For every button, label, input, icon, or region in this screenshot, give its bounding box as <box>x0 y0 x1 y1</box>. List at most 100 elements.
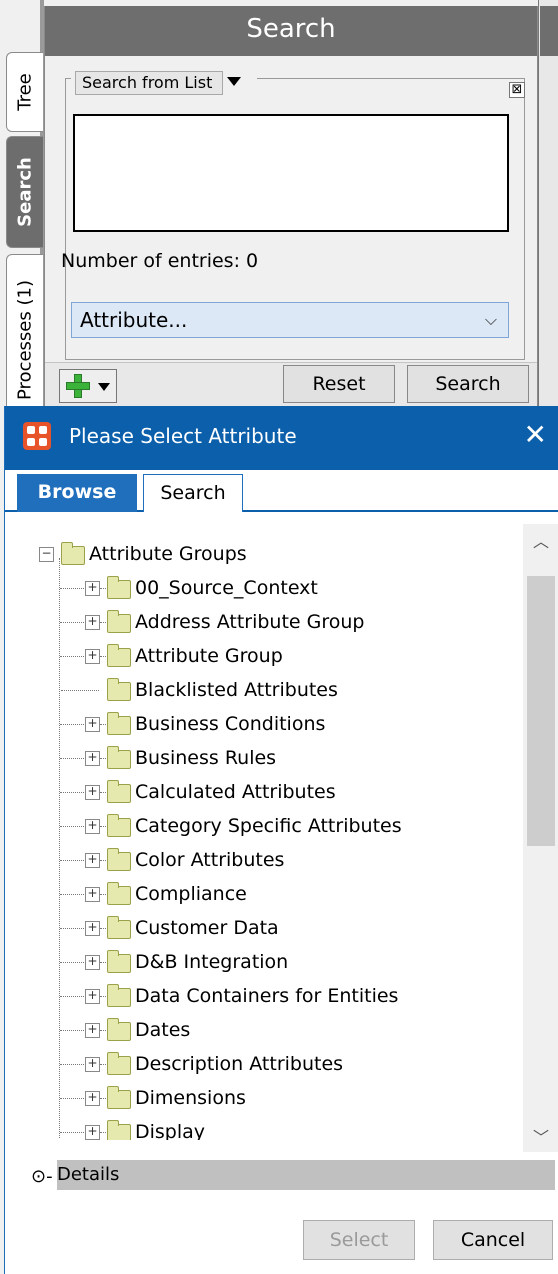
tree-item[interactable]: + Business Conditions <box>9 708 509 740</box>
search-list-input[interactable] <box>73 114 509 232</box>
chevron-down-icon[interactable] <box>98 383 110 391</box>
expand-details-icon[interactable]: ⊙- <box>31 1166 53 1187</box>
tree-connector <box>100 622 106 623</box>
collapse-icon[interactable]: − <box>39 547 54 562</box>
expand-icon[interactable]: + <box>85 649 100 664</box>
tree-connector <box>60 758 84 759</box>
tree-item[interactable]: + Business Rules <box>9 742 509 774</box>
cancel-button[interactable]: Cancel <box>433 1220 553 1260</box>
expand-icon[interactable]: + <box>85 921 100 936</box>
tree-item[interactable]: + D&B Integration <box>9 946 509 978</box>
tree-connector <box>60 860 84 861</box>
expand-icon[interactable]: + <box>85 785 100 800</box>
expand-icon[interactable]: + <box>85 717 100 732</box>
reset-button[interactable]: Reset <box>283 365 395 403</box>
expand-icon[interactable]: + <box>85 1125 100 1140</box>
expand-icon[interactable]: + <box>85 581 100 596</box>
tree-item-label: Business Rules <box>135 747 277 769</box>
expand-icon[interactable]: + <box>85 853 100 868</box>
tree-connector <box>60 1098 84 1099</box>
tree-connector <box>100 656 106 657</box>
chevron-down-icon[interactable]: ⌵ <box>480 309 502 331</box>
tab-tree-label: Tree <box>14 73 36 111</box>
folder-icon <box>107 678 131 701</box>
tree-connector <box>61 690 99 691</box>
folder-icon <box>107 1018 131 1041</box>
scroll-up-icon[interactable]: ︿ <box>523 528 558 552</box>
tree-connector <box>60 622 84 623</box>
tree-item-label: Calculated Attributes <box>135 781 336 803</box>
search-mode-selector[interactable]: Search from List <box>71 70 257 96</box>
tree-item[interactable]: + Category Specific Attributes <box>9 810 509 842</box>
tree-item-label: Dimensions <box>135 1087 246 1109</box>
tree-item[interactable]: + Color Attributes <box>9 844 509 876</box>
tree-item[interactable]: + Dimensions <box>9 1082 509 1114</box>
tab-browse[interactable]: Browse <box>17 474 137 512</box>
tree-item[interactable]: + Data Containers for Entities <box>9 980 509 1012</box>
expand-icon[interactable]: + <box>85 1023 100 1038</box>
tree-connector <box>100 1132 106 1133</box>
expand-icon[interactable]: + <box>85 615 100 630</box>
tree-item[interactable]: + Address Attribute Group <box>9 606 509 638</box>
expand-icon[interactable]: + <box>85 819 100 834</box>
scroll-down-icon[interactable]: ﹀ <box>523 1124 558 1148</box>
details-section[interactable]: Details <box>57 1160 555 1190</box>
select-attribute-dialog: Please Select Attribute ✕ Browse Search … <box>4 406 558 1274</box>
tree-connector <box>60 894 84 895</box>
tree-item-label: Category Specific Attributes <box>135 815 402 837</box>
tree-item-label: Dates <box>135 1019 191 1041</box>
tree-connector <box>100 1030 106 1031</box>
folder-icon <box>107 984 131 1007</box>
tab-tree[interactable]: Tree <box>6 52 43 132</box>
tree-connector <box>60 826 84 827</box>
tree-connector <box>100 1098 106 1099</box>
tree-item[interactable]: Blacklisted Attributes <box>9 674 509 706</box>
folder-icon <box>107 950 131 973</box>
expand-icon[interactable]: + <box>85 1091 100 1106</box>
tree-item-label: Business Conditions <box>135 713 326 735</box>
tree-item[interactable]: + Attribute Group <box>9 640 509 672</box>
tree-root[interactable]: − Attribute Groups <box>9 538 509 570</box>
close-icon[interactable]: ⊠ <box>509 82 525 98</box>
attribute-tree: − Attribute Groups +00_Source_Context + Ad… <box>9 524 525 1140</box>
tree-connector <box>60 588 84 589</box>
folder-icon <box>107 848 131 871</box>
expand-icon[interactable]: + <box>85 887 100 902</box>
tree-scrollbar[interactable]: ︿ ﹀ <box>523 524 558 1152</box>
attribute-dropdown[interactable]: Attribute... ⌵ <box>71 302 509 338</box>
tree-item[interactable]: +00_Source_Context <box>9 572 509 604</box>
expand-icon[interactable]: + <box>85 751 100 766</box>
scrollbar-thumb[interactable] <box>527 576 555 846</box>
dialog-title-bar: Please Select Attribute ✕ <box>5 406 558 470</box>
search-button[interactable]: Search <box>407 365 529 403</box>
tree-item[interactable]: + Description Attributes <box>9 1048 509 1080</box>
expand-icon[interactable]: + <box>85 955 100 970</box>
folder-icon <box>61 542 85 565</box>
add-criteria-button[interactable] <box>59 369 117 403</box>
tab-search[interactable]: Search <box>6 136 43 248</box>
tree-connector <box>60 1132 84 1133</box>
tree-item[interactable]: + Compliance <box>9 878 509 910</box>
chevron-down-icon[interactable] <box>227 77 241 86</box>
folder-icon <box>107 882 131 905</box>
close-icon[interactable]: ✕ <box>524 418 547 451</box>
tree-item-label: Attribute Group <box>135 645 283 667</box>
search-panel-header: Search <box>45 6 537 56</box>
tab-search[interactable]: Search <box>143 474 243 512</box>
tab-processes[interactable]: Processes (1) <box>6 254 43 426</box>
tree-item[interactable]: + Customer Data <box>9 912 509 944</box>
tab-processes-label: Processes (1) <box>14 280 36 400</box>
tree-item[interactable]: + Dates <box>9 1014 509 1046</box>
folder-icon <box>107 746 131 769</box>
expand-icon[interactable]: + <box>85 989 100 1004</box>
tree-connector <box>60 996 84 997</box>
tree-connector <box>60 792 84 793</box>
expand-icon[interactable]: + <box>85 1057 100 1072</box>
search-mode-label[interactable]: Search from List <box>75 71 223 95</box>
tree-item[interactable]: + Calculated Attributes <box>9 776 509 808</box>
tree-connector <box>60 962 84 963</box>
select-button[interactable]: Select <box>303 1220 415 1260</box>
tree-item-label: Customer Data <box>135 917 279 939</box>
tree-item[interactable]: + Display <box>9 1116 509 1140</box>
dialog-tabs: Browse Search <box>5 470 558 512</box>
